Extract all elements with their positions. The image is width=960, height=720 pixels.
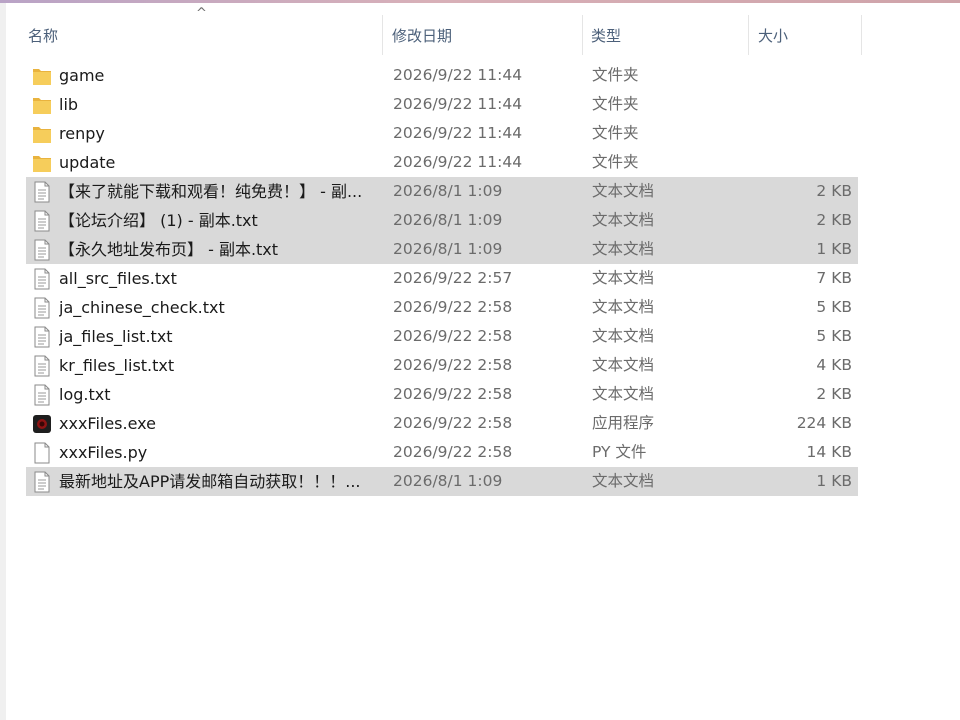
file-date-modified: 2026/8/1 1:09 <box>393 472 503 490</box>
file-date-modified: 2026/8/1 1:09 <box>393 182 503 200</box>
text-file-icon <box>32 268 52 290</box>
file-type: 文本文档 <box>592 327 655 345</box>
file-row[interactable]: renpy 2026/9/22 11:44 文件夹 <box>26 119 858 148</box>
file-row[interactable]: xxxFiles.py 2026/9/22 2:58 PY 文件 14 KB <box>26 438 858 467</box>
text-file-icon <box>32 210 52 232</box>
file-list-pane: ^ 名称 修改日期 类型 大小 game 2026/9/22 11:44 文件夹 li… <box>6 3 960 720</box>
exe-icon <box>32 413 52 435</box>
file-type: 文本文档 <box>592 385 655 403</box>
file-date-modified: 2026/9/22 2:57 <box>393 269 513 287</box>
file-type: 文件夹 <box>592 95 639 113</box>
file-name: xxxFiles.exe <box>59 414 156 433</box>
file-size: 4 KB <box>816 356 852 374</box>
file-row[interactable]: ja_files_list.txt 2026/9/22 2:58 文本文档 5 KB <box>26 322 858 351</box>
text-file-icon <box>32 239 52 261</box>
file-date-modified: 2026/9/22 11:44 <box>393 66 523 84</box>
file-name: 最新地址及APP请发邮箱自动获取！！！... <box>59 472 361 491</box>
text-file-icon <box>32 384 52 406</box>
file-row[interactable]: game 2026/9/22 11:44 文件夹 <box>26 61 858 90</box>
file-size: 2 KB <box>816 385 852 403</box>
file-row[interactable]: 【永久地址发布页】 - 副本.txt 2026/8/1 1:09 文本文档 1 KB <box>26 235 858 264</box>
file-date-modified: 2026/9/22 2:58 <box>393 298 513 316</box>
file-row[interactable]: 最新地址及APP请发邮箱自动获取！！！... 2026/8/1 1:09 文本文档 1… <box>26 467 858 496</box>
file-name: ja_files_list.txt <box>59 327 173 346</box>
file-type: 文件夹 <box>592 124 639 142</box>
blank-file-icon <box>32 442 52 464</box>
file-name: ja_chinese_check.txt <box>59 298 225 317</box>
file-size: 14 KB <box>806 443 852 461</box>
file-date-modified: 2026/8/1 1:09 <box>393 240 503 258</box>
file-name: log.txt <box>59 385 111 404</box>
column-header-size-label: 大小 <box>758 26 789 45</box>
text-file-icon <box>32 471 52 493</box>
file-name: kr_files_list.txt <box>59 356 175 375</box>
file-row[interactable]: 【论坛介绍】 (1) - 副本.txt 2026/8/1 1:09 文本文档 2 KB <box>26 206 858 235</box>
file-type: 文本文档 <box>592 269 655 287</box>
file-date-modified: 2026/9/22 11:44 <box>393 95 523 113</box>
file-name: lib <box>59 95 79 114</box>
file-type: 文本文档 <box>592 211 655 229</box>
file-size: 5 KB <box>816 298 852 316</box>
file-row[interactable]: lib 2026/9/22 11:44 文件夹 <box>26 90 858 119</box>
column-header-date-label: 修改日期 <box>392 26 453 45</box>
folder-icon <box>32 94 52 116</box>
file-name: update <box>59 153 116 172</box>
file-row[interactable]: update 2026/9/22 11:44 文件夹 <box>26 148 858 177</box>
folder-icon <box>32 152 52 174</box>
text-file-icon <box>32 355 52 377</box>
file-type: 文本文档 <box>592 298 655 316</box>
column-header-type-label: 类型 <box>591 26 622 45</box>
file-name: 【论坛介绍】 (1) - 副本.txt <box>59 211 258 230</box>
folder-icon <box>32 65 52 87</box>
file-row[interactable]: 【来了就能下载和观看！纯免费！】 - 副... 2026/8/1 1:09 文本文档… <box>26 177 858 206</box>
file-date-modified: 2026/9/22 11:44 <box>393 153 523 171</box>
file-date-modified: 2026/8/1 1:09 <box>393 211 503 229</box>
text-file-icon <box>32 181 52 203</box>
file-size: 1 KB <box>816 472 852 490</box>
file-name: 【来了就能下载和观看！纯免费！】 - 副... <box>59 182 363 201</box>
file-type: 应用程序 <box>592 414 655 432</box>
file-type: 文本文档 <box>592 240 655 258</box>
file-size: 2 KB <box>816 211 852 229</box>
file-date-modified: 2026/9/22 11:44 <box>393 124 523 142</box>
column-header-size[interactable]: 大小 <box>736 15 846 55</box>
file-date-modified: 2026/9/22 2:58 <box>393 414 513 432</box>
file-date-modified: 2026/9/22 2:58 <box>393 385 513 403</box>
file-type: 文本文档 <box>592 182 655 200</box>
column-header-date-modified[interactable]: 修改日期 <box>370 15 570 55</box>
column-header-name-label: 名称 <box>28 26 59 45</box>
text-file-icon <box>32 326 52 348</box>
file-row[interactable]: kr_files_list.txt 2026/9/22 2:58 文本文档 4 KB <box>26 351 858 380</box>
column-header-row: ^ 名称 修改日期 类型 大小 <box>6 7 862 55</box>
text-file-icon <box>32 297 52 319</box>
file-size: 2 KB <box>816 182 852 200</box>
file-size: 7 KB <box>816 269 852 287</box>
file-size: 1 KB <box>816 240 852 258</box>
column-header-name[interactable]: 名称 <box>6 15 382 55</box>
file-row[interactable]: xxxFiles.exe 2026/9/22 2:58 应用程序 224 KB <box>26 409 858 438</box>
file-date-modified: 2026/9/22 2:58 <box>393 327 513 345</box>
folder-icon <box>32 123 52 145</box>
file-name: 【永久地址发布页】 - 副本.txt <box>59 240 279 259</box>
file-row[interactable]: ja_chinese_check.txt 2026/9/22 2:58 文本文档 5 … <box>26 293 858 322</box>
file-date-modified: 2026/9/22 2:58 <box>393 443 513 461</box>
file-size: 5 KB <box>816 327 852 345</box>
column-divider[interactable] <box>861 15 862 55</box>
file-type: 文件夹 <box>592 153 639 171</box>
file-type: PY 文件 <box>592 443 647 461</box>
file-name: xxxFiles.py <box>59 443 148 462</box>
file-row[interactable]: all_src_files.txt 2026/9/22 2:57 文本文档 7 KB <box>26 264 858 293</box>
file-name: renpy <box>59 124 105 143</box>
column-header-type[interactable]: 类型 <box>569 15 739 55</box>
file-type: 文本文档 <box>592 472 655 490</box>
file-row[interactable]: log.txt 2026/9/22 2:58 文本文档 2 KB <box>26 380 858 409</box>
file-name: game <box>59 66 105 85</box>
file-date-modified: 2026/9/22 2:58 <box>393 356 513 374</box>
file-type: 文件夹 <box>592 66 639 84</box>
file-size: 224 KB <box>796 414 852 432</box>
file-list: game 2026/9/22 11:44 文件夹 lib 2026/9/22 11:44… <box>26 61 858 496</box>
file-name: all_src_files.txt <box>59 269 177 288</box>
file-type: 文本文档 <box>592 356 655 374</box>
